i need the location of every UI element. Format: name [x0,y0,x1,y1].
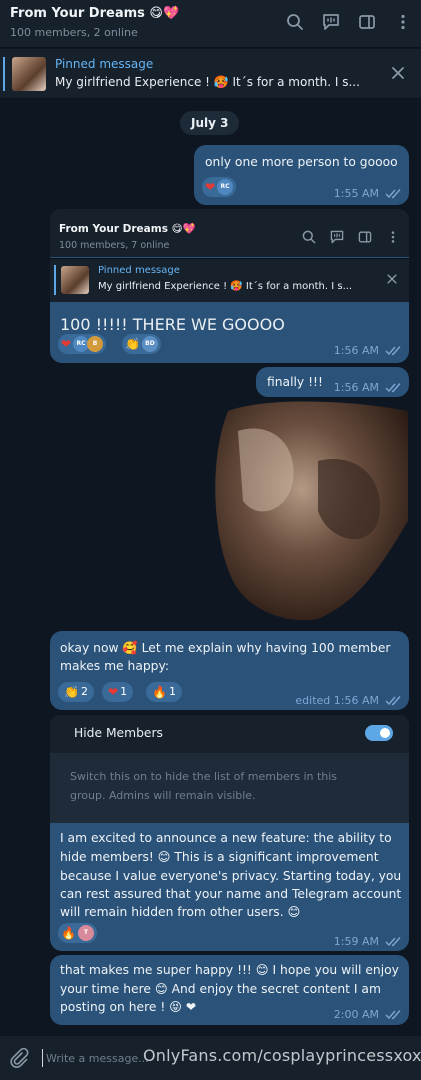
avatar: T [77,925,94,941]
heart-icon: ❤ [108,685,119,699]
message-time: 1:56 AM [333,381,379,394]
screenshot-icons [301,229,401,245]
clap-icon: 👏 [64,685,79,699]
chat-subtitle: 100 members, 2 online [10,26,138,39]
sidebar-toggle-icon[interactable] [357,12,377,32]
more-vertical-icon[interactable] [393,12,413,32]
message-line: I am excited to announce a new feature: … [60,831,392,845]
reaction-clap[interactable]: 👏 BD [122,334,161,354]
voice-chat-icon[interactable] [321,12,341,32]
paperclip-icon[interactable] [8,1047,30,1069]
message-text: 100 !!!!! THERE WE GOOOO [60,315,285,334]
reaction-count: 2 [80,685,88,698]
double-check-icon [385,696,401,706]
message-line: okay now 🥰 Let me explain why having 100… [60,641,391,655]
avatar: BD [141,336,158,352]
message-bubble[interactable]: only one more person to goooo ❤ RC 1:55 … [194,145,409,205]
reaction-count: 1 [168,685,176,698]
close-icon [387,274,397,284]
message-line: will remain hidden from other users. 😊 [60,905,301,919]
heart-icon: ❤ [61,337,72,351]
avatar: B [87,336,104,352]
message-bubble[interactable]: that makes me super happy !!! 😊 I hope y… [50,955,409,1025]
double-check-icon [385,1010,401,1020]
search-icon [302,230,316,244]
hide-members-toggle[interactable] [365,725,393,741]
pinned-title: Pinned message [55,57,154,71]
message-bubble[interactable]: okay now 🥰 Let me explain why having 100… [50,631,409,710]
chat-header[interactable]: From Your Dreams 😋💖 100 members, 2 onlin… [0,0,421,48]
message-meta: edited 1:56 AM [295,692,403,710]
screenshot-pinned-title: Pinned message [98,265,180,276]
double-check-icon [385,937,401,947]
description-line: Switch this on to hide the list of membe… [70,770,338,783]
more-vertical-icon [391,231,395,243]
fire-icon: 🔥 [61,926,76,940]
pinned-indicator [54,265,56,295]
message-text: finally !!! [267,375,323,389]
reaction-fire[interactable]: 🔥 T [58,923,97,943]
message-line: your time here 😊 And enjoy the secret co… [60,982,381,996]
date-separator: July 3 [180,111,240,135]
message-line: hide members! 😊 This is a significant im… [60,850,379,864]
pinned-indicator [3,57,5,91]
sidebar-toggle-icon [358,231,372,243]
voice-chat-icon [330,230,344,244]
message-bubble[interactable]: finally !!! 1:56 AM [256,367,409,397]
message-line: because I value everyone's privacy. Star… [60,869,402,883]
message-time: edited 1:56 AM [295,694,379,707]
search-icon[interactable] [285,12,305,32]
message-meta: 1:55 AM [334,185,403,203]
fire-icon: 🔥 [152,685,167,699]
message-time: 1:55 AM [333,187,379,200]
header-actions [285,12,413,32]
message-meta: 1:59 AM [334,933,403,951]
hide-members-card: Hide Members Switch this on to hide the … [50,715,409,823]
screenshot-title: From Your Dreams 😋💖 [59,223,196,235]
close-icon[interactable] [389,64,407,82]
photo-message[interactable] [208,401,408,623]
message-line: makes me happy: [60,659,169,673]
message-time: 1:59 AM [333,935,379,948]
hide-members-label: Hide Members [74,726,163,740]
message-meta: 1:56 AM [334,379,403,397]
screenshot-pinned-text: My girlfriend Experience ! 🥵 It´s for a … [98,281,353,292]
reaction-clap[interactable]: 👏 2 [58,682,94,702]
avatar: RC [217,179,234,195]
message-time: 2:00 AM [333,1008,379,1021]
double-check-icon [385,345,401,355]
reaction-heart[interactable]: ❤ 1 [102,682,134,702]
message-time: 1:56 AM [333,344,379,357]
message-line: posting on here ! 😝 ❤ [60,1000,197,1014]
pinned-message-bar[interactable]: Pinned message My girlfriend Experience … [0,49,421,99]
reaction-count: 1 [120,685,128,698]
screenshot-pinned-bar: Pinned message My girlfriend Experience … [50,258,409,302]
message-meta: 2:00 AM [334,1006,403,1024]
message-line: can rest assured that your name and Tele… [60,887,402,901]
reaction-heart[interactable]: ❤ RC [202,177,237,197]
hide-members-row[interactable]: Hide Members [50,715,409,753]
pinned-thumbnail [12,57,46,91]
chat-title[interactable]: From Your Dreams 😋💖 [10,6,179,21]
reaction-fire[interactable]: 🔥 1 [146,682,182,702]
double-check-icon [385,189,401,199]
double-check-icon [385,383,401,393]
screenshot-subtitle: 100 members, 7 online [59,240,170,251]
hide-members-description: Switch this on to hide the list of membe… [70,767,337,805]
message-text: only one more person to goooo [205,155,398,169]
message-meta: 1:56 AM [334,344,403,357]
message-bubble-with-screenshot[interactable]: From Your Dreams 😋💖 100 members, 7 onlin… [50,209,409,363]
message-line: that makes me super happy !!! 😊 I hope y… [60,963,399,977]
screenshot-header: From Your Dreams 😋💖 100 members, 7 onlin… [50,209,409,257]
message-bubble[interactable]: I am excited to announce a new feature: … [50,823,409,951]
description-line: group. Admins will remain visible. [70,789,256,802]
pinned-thumbnail [61,266,89,294]
watermark-text: OnlyFans.com/cosplayprincessxoxo [143,1046,421,1065]
clap-icon: 👏 [125,337,140,351]
pinned-text: My girlfriend Experience ! 🥵 It´s for a … [55,75,360,89]
heart-icon: ❤ [205,180,216,194]
reaction-heart[interactable]: ❤ RC B [58,334,107,354]
